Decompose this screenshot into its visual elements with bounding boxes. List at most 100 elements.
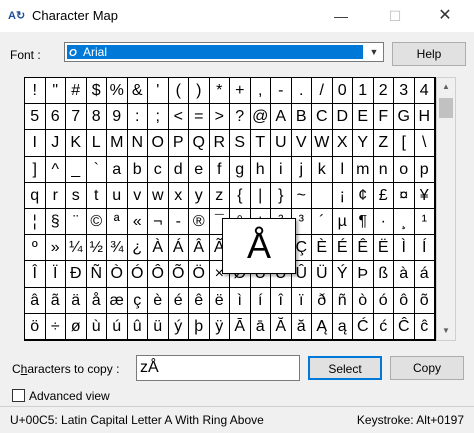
char-cell[interactable]: o [394,156,415,183]
char-cell[interactable]: û [127,313,148,340]
char-cell[interactable]: v [127,182,148,209]
char-cell[interactable]: ¶ [353,208,374,236]
char-cell[interactable]: · [373,208,394,236]
char-cell[interactable]: ] [25,156,46,183]
char-cell[interactable]: ¸ [394,208,415,236]
char-cell[interactable]: Y [353,130,374,157]
help-button[interactable]: Help [392,42,466,66]
char-cell[interactable]: ó [373,287,394,314]
char-cell[interactable]: < [168,104,189,131]
char-cell[interactable]: ! [25,78,46,105]
char-cell[interactable]: B [291,104,312,131]
char-cell[interactable]: S [230,130,251,157]
char-cell[interactable]: 8 [86,104,107,131]
scroll-up-icon[interactable]: ▲ [437,78,455,96]
char-cell[interactable]: ß [373,261,394,288]
char-cell[interactable]: * [209,78,230,105]
char-cell[interactable]: ć [373,313,394,340]
char-cell[interactable]: ÷ [45,313,66,340]
char-cell[interactable]: . [291,78,312,105]
char-cell[interactable]: > [209,104,230,131]
char-cell[interactable]: ( [168,78,189,105]
char-cell[interactable]: 9 [107,104,128,131]
char-cell[interactable]: W [312,130,333,157]
char-cell[interactable]: à [394,261,415,288]
char-cell[interactable]: á [414,261,435,288]
char-cell[interactable]: £ [373,182,394,209]
char-cell[interactable]: { [230,182,251,209]
char-cell[interactable]: ¥ [414,182,435,209]
char-cell[interactable]: 3 [394,78,415,105]
char-cell[interactable]: Ð [66,261,87,288]
char-cell[interactable]: é [168,287,189,314]
char-cell[interactable]: / [312,78,333,105]
char-cell[interactable]: L [86,130,107,157]
char-cell[interactable]: Ï [45,261,66,288]
char-cell[interactable]: ã [45,287,66,314]
char-cell[interactable]: õ [414,287,435,314]
char-cell[interactable]: ò [353,287,374,314]
char-cell[interactable]: 4 [414,78,435,105]
char-cell[interactable]: , [250,78,271,105]
char-cell[interactable]: Z [373,130,394,157]
char-cell[interactable]: f [209,156,230,183]
char-cell[interactable]: ? [230,104,251,131]
select-button[interactable]: Select [308,356,382,380]
char-cell[interactable]: V [291,130,312,157]
char-cell[interactable]: È [312,235,333,262]
char-cell[interactable]: ¾ [107,235,128,262]
char-cell[interactable]: n [373,156,394,183]
char-cell[interactable]: 5 [25,104,46,131]
char-cell[interactable]: 2 [373,78,394,105]
char-cell[interactable]: ð [312,287,333,314]
char-cell[interactable]: t [86,182,107,209]
char-cell[interactable]: l [332,156,353,183]
char-cell[interactable]: F [373,104,394,131]
char-cell[interactable]: Ñ [86,261,107,288]
char-cell[interactable]: c [148,156,169,183]
char-cell[interactable]: % [107,78,128,105]
char-cell[interactable]: ´ [312,208,333,236]
char-cell[interactable]: Ą [312,313,333,340]
char-cell[interactable]: À [148,235,169,262]
char-cell[interactable]: ½ [86,235,107,262]
char-cell[interactable]: É [332,235,353,262]
char-cell[interactable]: ä [66,287,87,314]
close-button[interactable]: ✕ [422,0,468,32]
char-cell[interactable]: | [250,182,271,209]
char-cell[interactable]: 7 [66,104,87,131]
char-cell[interactable]: y [189,182,210,209]
char-cell[interactable]: T [250,130,271,157]
char-cell[interactable]: ú [107,313,128,340]
char-cell[interactable]: ¹ [414,208,435,236]
char-cell[interactable]: Ò [107,261,128,288]
char-cell[interactable]: D [332,104,353,131]
char-cell[interactable]: I [25,130,46,157]
char-cell[interactable]: º [25,235,46,262]
char-cell[interactable]: Þ [353,261,374,288]
char-cell[interactable]: ÿ [209,313,230,340]
char-cell[interactable]: \ [414,130,435,157]
char-cell[interactable]: Ó [127,261,148,288]
char-cell[interactable]: ; [148,104,169,131]
char-cell[interactable]: þ [189,313,210,340]
char-cell[interactable]: ¿ [127,235,148,262]
advanced-view-checkbox[interactable] [12,389,25,402]
char-cell[interactable]: Ĉ [394,313,415,340]
char-cell[interactable]: s [66,182,87,209]
char-cell[interactable]: Ý [332,261,353,288]
char-cell[interactable]: ă [291,313,312,340]
char-cell[interactable]: h [250,156,271,183]
char-cell[interactable]: ¢ [353,182,374,209]
char-cell[interactable]: ą [332,313,353,340]
char-cell[interactable]: ¤ [394,182,415,209]
char-cell[interactable]: - [168,208,189,236]
char-cell[interactable]: J [45,130,66,157]
char-cell[interactable]: í [250,287,271,314]
char-cell[interactable]: r [45,182,66,209]
char-cell[interactable]: " [45,78,66,105]
char-cell[interactable]: » [45,235,66,262]
char-cell[interactable]: m [353,156,374,183]
characters-to-copy-input[interactable]: zÅ [136,355,300,381]
char-cell[interactable]: ĉ [414,313,435,340]
